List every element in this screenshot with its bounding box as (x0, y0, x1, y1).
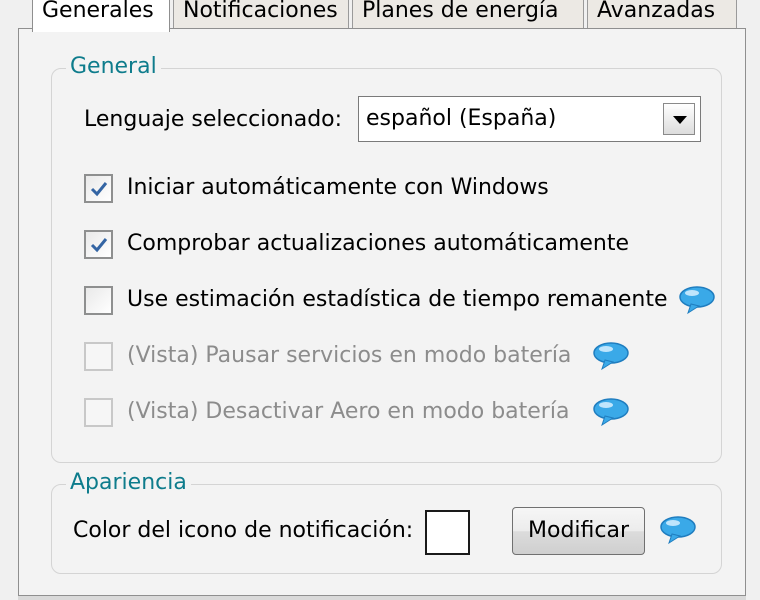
checkbox-disable-aero (84, 398, 113, 427)
checkmark-icon (90, 182, 108, 197)
speech-bubble-icon[interactable] (659, 515, 697, 545)
chevron-down-icon[interactable] (663, 103, 695, 135)
checkbox-check-updates[interactable] (84, 230, 113, 259)
notification-color-swatch[interactable] (425, 510, 470, 555)
notification-color-label: Color del icono de notificación: (73, 518, 414, 543)
disable-aero-label: (Vista) Desactivar Aero en modo batería (127, 399, 570, 424)
speech-bubble-icon[interactable] (592, 341, 630, 371)
modify-button[interactable]: Modificar (512, 507, 645, 555)
checkbox-start-with-windows[interactable] (84, 174, 113, 203)
speech-bubble-icon[interactable] (678, 285, 716, 315)
start-with-windows-label[interactable]: Iniciar automáticamente con Windows (127, 174, 549, 202)
language-label: Lenguaje seleccionado: (84, 107, 343, 132)
checkmark-icon (90, 238, 108, 253)
language-select[interactable]: español (España) (358, 96, 701, 142)
pause-services-label: (Vista) Pausar servicios en modo batería (127, 343, 572, 368)
check-updates-label[interactable]: Comprobar actualizaciones automáticament… (127, 230, 629, 258)
language-select-value: español (España) (366, 106, 557, 131)
checkbox-pause-services (84, 342, 113, 371)
checkbox-statistical-estimation[interactable] (84, 286, 113, 315)
statistical-estimation-label[interactable]: Use estimación estadística de tiempo rem… (127, 286, 668, 314)
speech-bubble-icon[interactable] (592, 397, 630, 427)
